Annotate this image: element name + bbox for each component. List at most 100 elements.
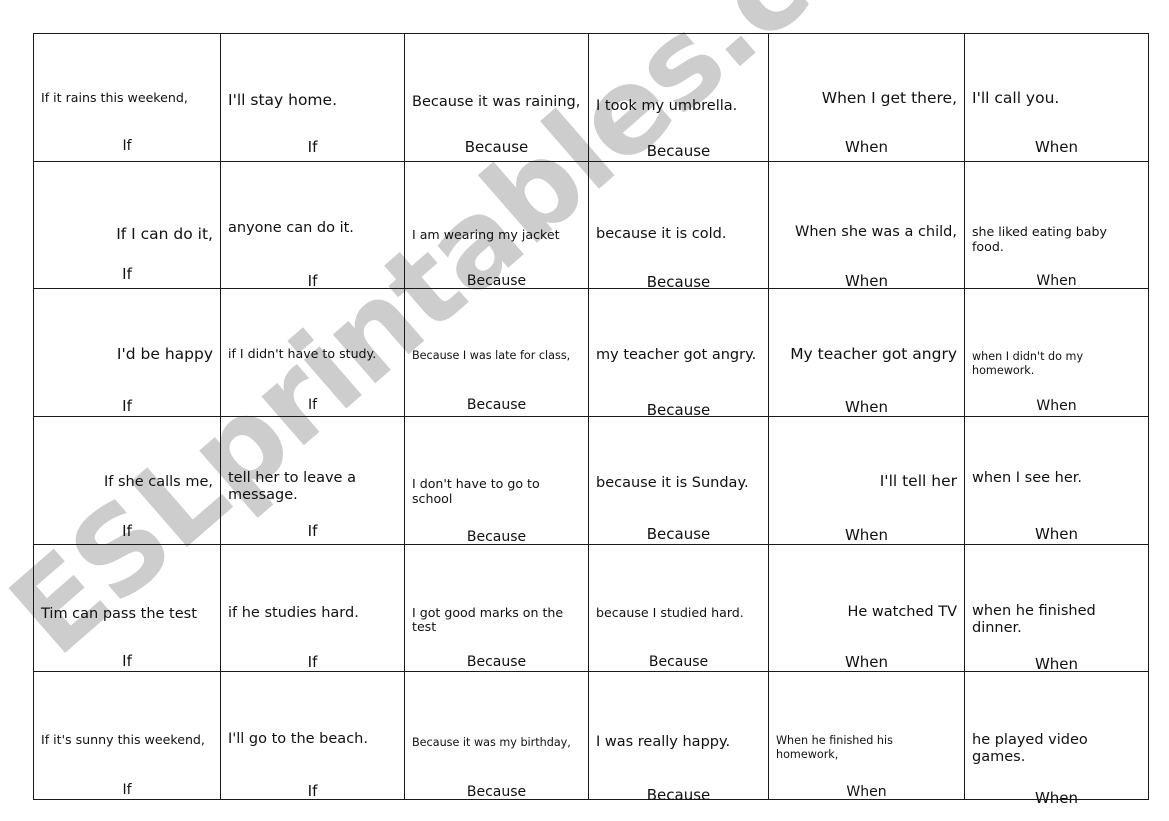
clause-text: she liked eating baby food. [972, 223, 1107, 254]
card-body: Because it was my birthday, Because [405, 672, 588, 800]
sentence-card-r6c5[interactable]: When he finished his homework, When [768, 671, 965, 800]
sentence-card-r1c4[interactable]: I took my umbrella. Because [588, 33, 769, 162]
sentence-card-r6c3[interactable]: Because it was my birthday, Because [404, 671, 589, 800]
card-body: my teacher got angry. Because [589, 289, 768, 419]
conjunction-label: Because [466, 397, 527, 414]
clause-text: I took my umbrella. [596, 98, 738, 114]
sentence-card-r1c3[interactable]: Because it was raining, Because [404, 33, 589, 162]
clause-text: I'll tell her [879, 471, 957, 490]
card-body: When I get there, When [769, 34, 964, 161]
clause-text: When he finished his homework, [776, 734, 893, 761]
card-body: If it rains this weekend, If [34, 34, 220, 161]
clause-text: because it is cold. [596, 225, 727, 242]
conjunction-label: If [122, 138, 132, 154]
sentence-card-r6c1[interactable]: If it's sunny this weekend, If [33, 671, 221, 800]
card-body: if he studies hard. If [221, 545, 404, 672]
clause-text: I'll stay home. [228, 91, 337, 109]
clause-text: When I get there, [821, 89, 957, 107]
sentence-card-r6c4[interactable]: I was really happy. Because [588, 671, 769, 804]
clause-text: when I didn't do my homework. [972, 350, 1084, 377]
conjunction-label: Because [466, 653, 527, 670]
sentence-card-r1c1[interactable]: If it rains this weekend, If [33, 33, 221, 162]
clause-text: I'll call you. [972, 89, 1060, 107]
conjunction-label: When [1036, 272, 1077, 289]
clause-text: when he finished dinner. [972, 602, 1096, 636]
card-body: I was really happy. Because [589, 672, 768, 804]
card-body: when I see her. When [965, 417, 1148, 544]
conjunction-label: When [844, 652, 889, 671]
card-table: If it rains this weekend, If I'll stay hom… [33, 33, 1149, 807]
conjunction-label: If [307, 652, 318, 671]
worksheet-page: ESLprintables.com If it rains this weeke… [0, 0, 1169, 821]
sentence-card-r2c6[interactable]: she liked eating baby food. When [964, 160, 1149, 290]
sentence-card-r4c3[interactable]: I don't have to go to school Because [404, 415, 589, 545]
card-body: he played video games. When [965, 672, 1148, 807]
card-body: I'll call you. When [965, 34, 1148, 161]
card-body: If it's sunny this weekend, If [34, 672, 220, 799]
conjunction-label: If [307, 397, 318, 414]
conjunction-label: If [122, 651, 132, 670]
conjunction-label: When [1034, 789, 1079, 808]
sentence-card-r5c4[interactable]: because I studied hard. Because [588, 543, 769, 673]
sentence-card-r2c3[interactable]: I am wearing my jacket Because [404, 160, 589, 290]
sentence-card-r3c6[interactable]: when I didn't do my homework. When [964, 288, 1149, 417]
card-body: because it is Sunday. Because [589, 417, 768, 544]
conjunction-label: If [307, 782, 318, 801]
clause-text: I'd be happy [116, 345, 213, 364]
conjunction-label: Because [646, 524, 711, 543]
clause-text: Because I was late for class, [412, 349, 571, 363]
sentence-card-r5c5[interactable]: He watched TV When [768, 543, 965, 673]
card-body: I'll go to the beach. If [221, 672, 404, 801]
sentence-card-r3c2[interactable]: if I didn't have to study. If [220, 288, 405, 417]
sentence-card-r6c2[interactable]: I'll go to the beach. If [220, 671, 405, 801]
clause-text: I got good marks on the test [412, 604, 564, 635]
conjunction-label: If [122, 264, 132, 283]
clause-text: Tim can pass the test [41, 605, 197, 622]
card-body: if I didn't have to study. If [221, 289, 404, 416]
sentence-card-r3c1[interactable]: I'd be happy If [33, 288, 221, 417]
clause-text: If I can do it, [116, 224, 213, 243]
sentence-card-r5c3[interactable]: I got good marks on the test Because [404, 543, 589, 673]
sentence-card-r3c4[interactable]: my teacher got angry. Because [588, 288, 769, 419]
sentence-card-r4c4[interactable]: because it is Sunday. Because [588, 415, 769, 545]
sentence-card-r2c2[interactable]: anyone can do it. If [220, 160, 405, 290]
card-body: When he finished his homework, When [769, 672, 964, 800]
conjunction-label: Because [466, 272, 527, 289]
card-body: My teacher got angry When [769, 289, 964, 416]
sentence-card-r5c1[interactable]: Tim can pass the test If [33, 543, 221, 673]
sentence-card-r3c3[interactable]: Because I was late for class, Because [404, 288, 589, 417]
card-body: because it is cold. Because [589, 162, 768, 291]
card-body: Because I was late for class, Because [405, 289, 588, 416]
sentence-card-r1c5[interactable]: When I get there, When [768, 33, 965, 162]
card-body: Tim can pass the test If [34, 545, 220, 672]
sentence-card-r2c4[interactable]: because it is cold. Because [588, 160, 769, 291]
clause-text: my teacher got angry. [596, 347, 757, 364]
card-body: I got good marks on the test Because [405, 545, 588, 672]
sentence-card-r1c6[interactable]: I'll call you. When [964, 33, 1149, 162]
clause-text: Because it was my birthday, [412, 736, 571, 750]
conjunction-label: When [844, 398, 889, 417]
sentence-card-r1c2[interactable]: I'll stay home. If [220, 33, 405, 162]
card-body: I am wearing my jacket Because [405, 162, 588, 289]
sentence-card-r3c5[interactable]: My teacher got angry When [768, 288, 965, 417]
sentence-card-r5c2[interactable]: if he studies hard. If [220, 543, 405, 673]
card-body: Because it was raining, Because [405, 34, 588, 161]
card-row: I'd be happy If if I didn't have to study.… [33, 288, 1149, 419]
sentence-card-r4c2[interactable]: tell her to leave a message. If [220, 415, 405, 545]
sentence-card-r6c6[interactable]: he played video games. When [964, 671, 1149, 807]
sentence-card-r4c5[interactable]: I'll tell her When [768, 415, 965, 545]
card-body: When she was a child, When [769, 162, 964, 290]
conjunction-label: If [307, 271, 318, 290]
conjunction-label: When [844, 525, 889, 544]
sentence-card-grid: If it rains this weekend, If I'll stay hom… [33, 33, 1149, 807]
card-body: when he finished dinner. When [965, 545, 1148, 673]
conjunction-label: If [307, 138, 318, 156]
card-body: If she calls me, If [34, 417, 220, 544]
conjunction-label: When [844, 271, 889, 290]
sentence-card-r2c5[interactable]: When she was a child, When [768, 160, 965, 290]
card-row: If she calls me, If tell her to leave a me… [33, 415, 1149, 545]
sentence-card-r4c6[interactable]: when I see her. When [964, 415, 1149, 545]
sentence-card-r5c6[interactable]: when he finished dinner. When [964, 543, 1149, 673]
sentence-card-r2c1[interactable]: If I can do it, If [33, 160, 221, 290]
sentence-card-r4c1[interactable]: If she calls me, If [33, 415, 221, 545]
